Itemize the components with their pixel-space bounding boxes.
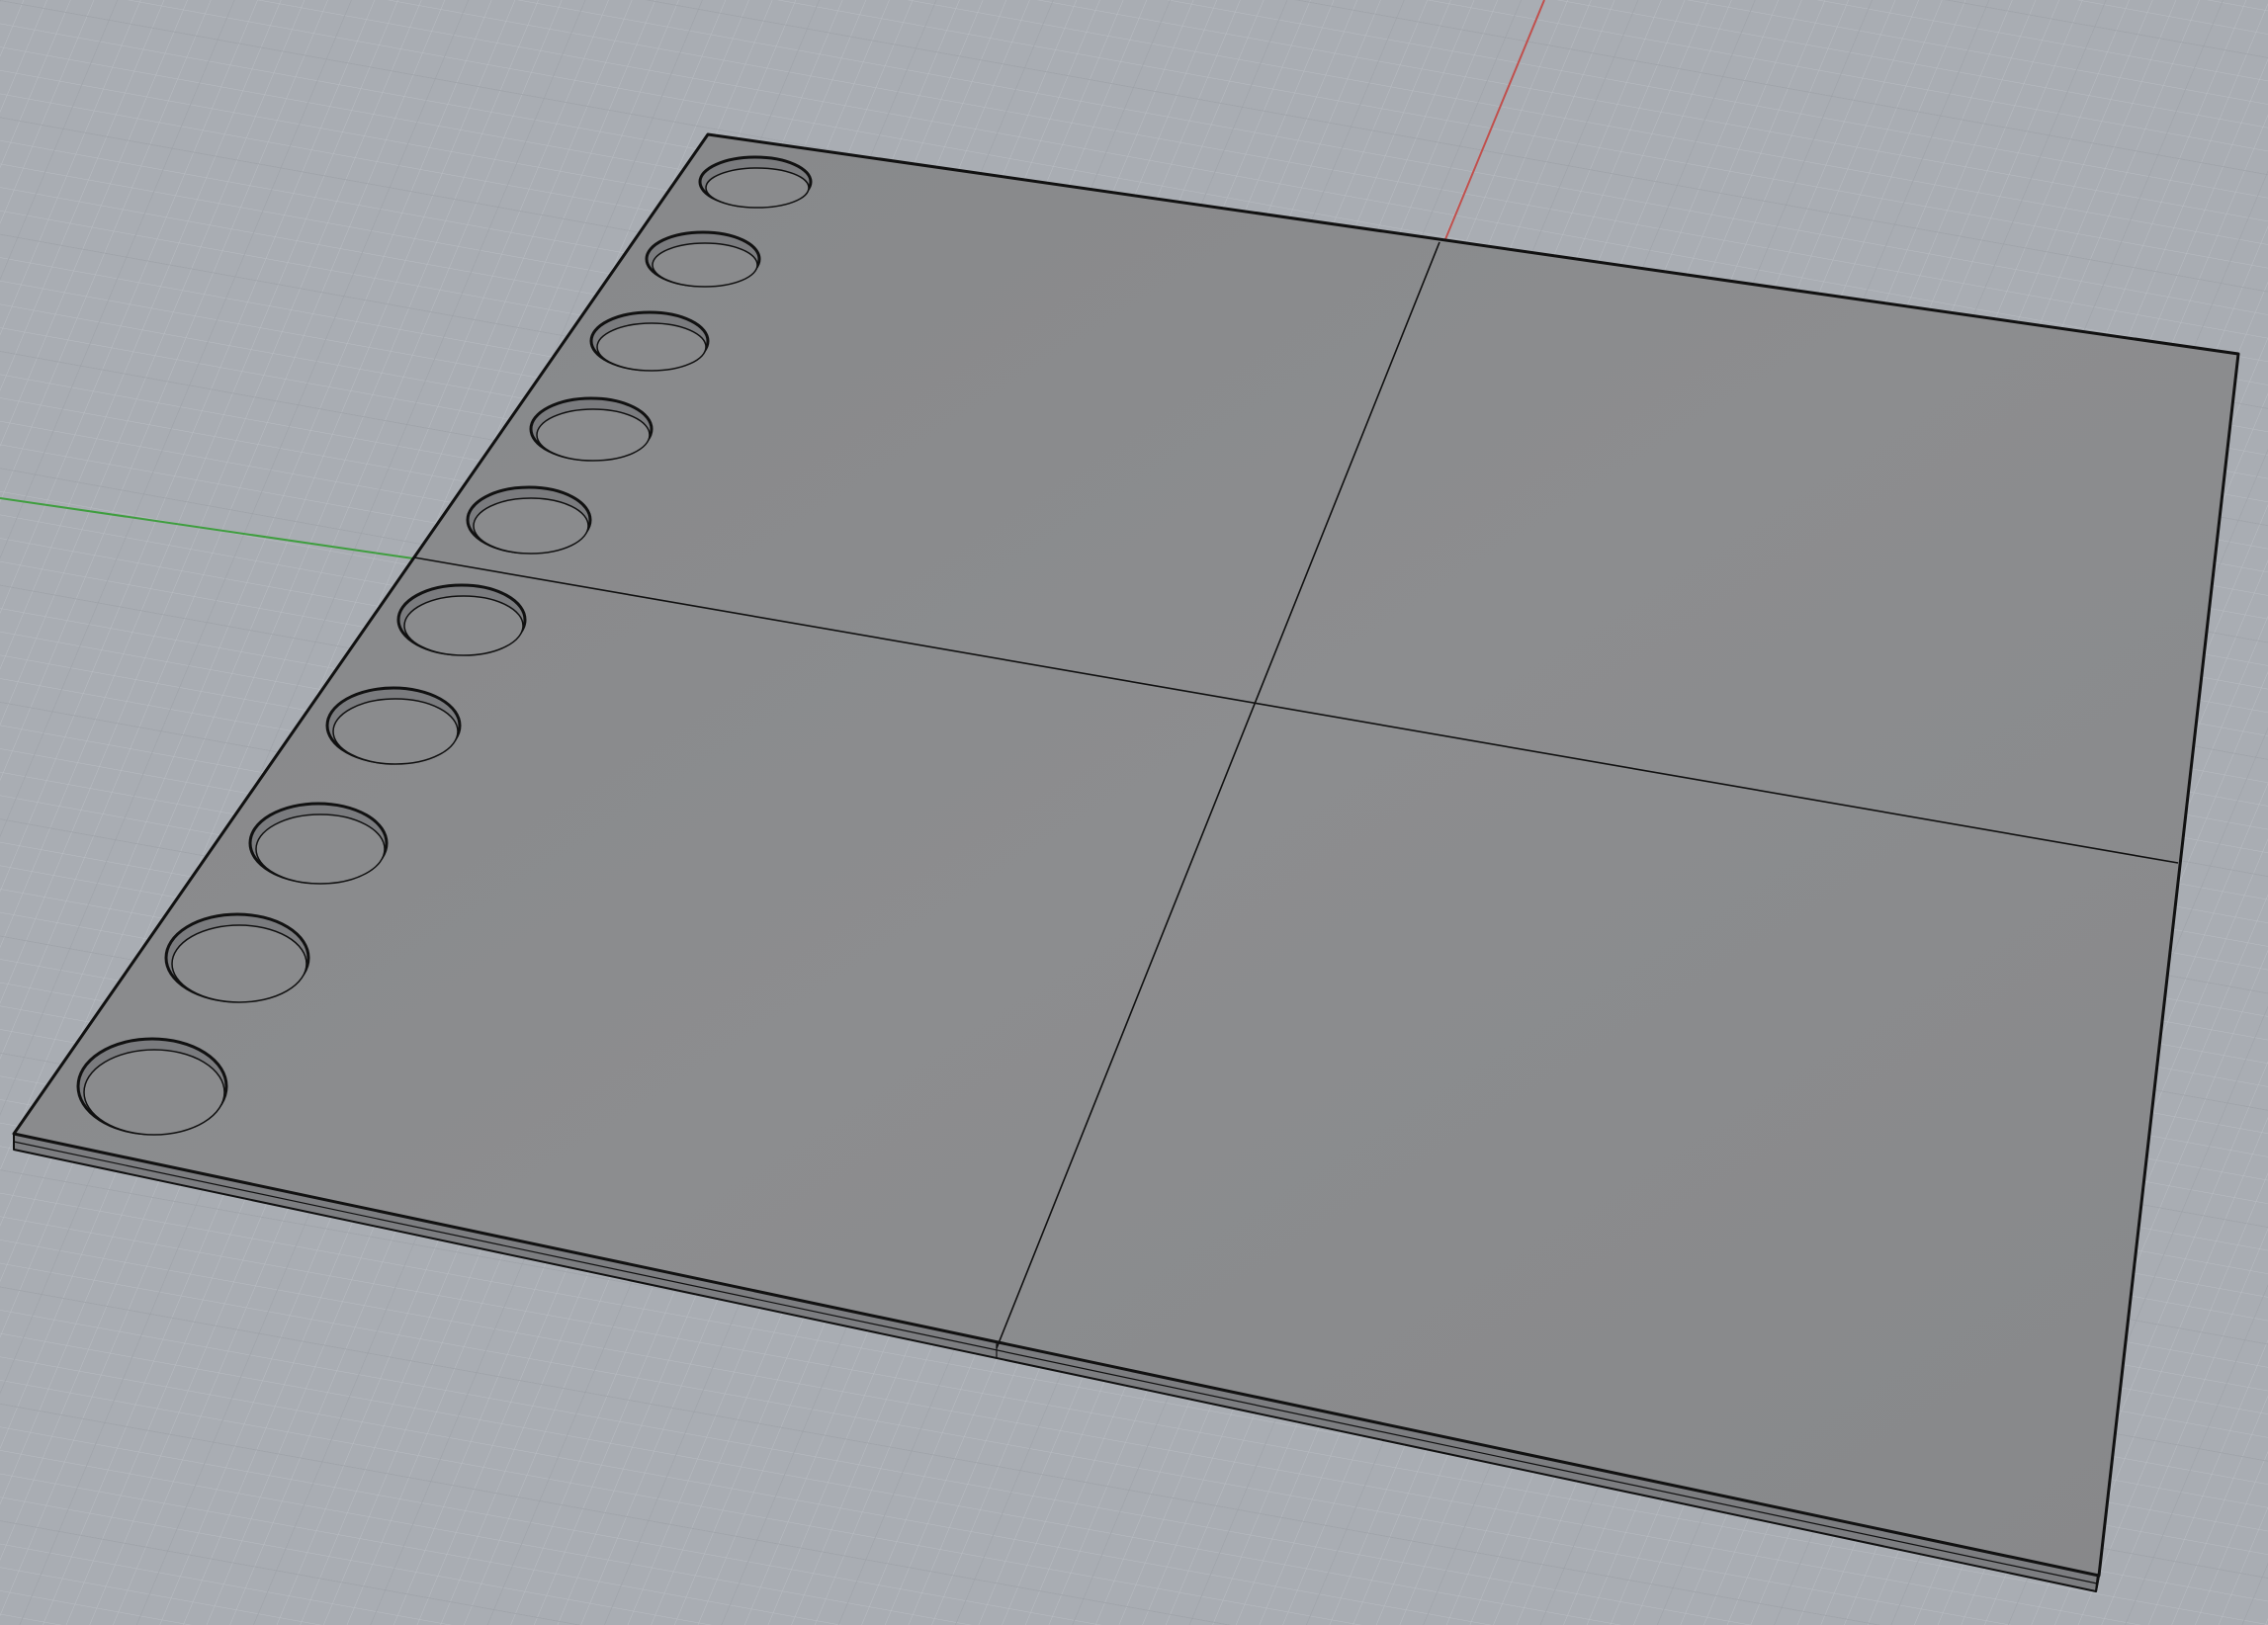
hole[interactable]: [529, 396, 654, 462]
hole-bottom-edge: [171, 924, 307, 1003]
hole-bottom-edge: [652, 242, 758, 288]
hole[interactable]: [698, 155, 813, 209]
hole-bottom-edge: [83, 1049, 225, 1136]
hole[interactable]: [589, 310, 710, 372]
hole[interactable]: [396, 583, 527, 656]
viewport-canvas[interactable]: [0, 0, 2268, 1625]
perspective-viewport[interactable]: [0, 0, 2268, 1625]
hole-bottom-edge: [403, 595, 524, 656]
hole-bottom-edge: [596, 322, 707, 372]
hole-bottom-edge: [705, 167, 810, 209]
hole[interactable]: [466, 485, 592, 555]
hole[interactable]: [645, 230, 761, 288]
hole-bottom-edge: [255, 813, 386, 885]
hole-bottom-edge: [473, 497, 589, 555]
hole-bottom-edge: [332, 698, 459, 765]
hole[interactable]: [325, 686, 462, 765]
hole[interactable]: [248, 802, 389, 885]
hole[interactable]: [164, 912, 310, 1003]
hole[interactable]: [76, 1037, 228, 1136]
hole-bottom-edge: [536, 408, 651, 462]
